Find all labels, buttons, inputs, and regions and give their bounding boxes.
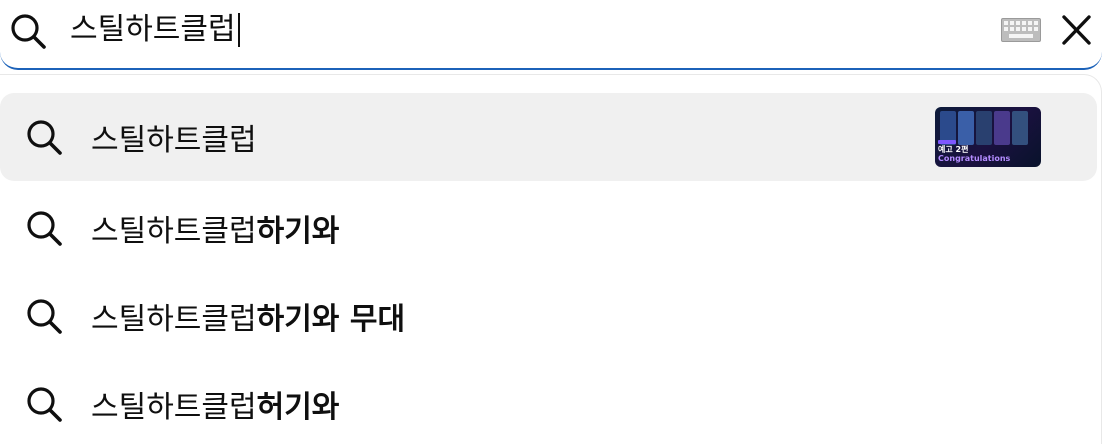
suggestion-item[interactable]: 스틸하트클럽 하기와 [0,184,1097,272]
suggestion-text: 스틸하트클럽 [91,93,257,181]
search-icon [27,120,62,155]
suggestion-prefix: 스틸하트클럽 [91,123,257,158]
suggestion-completion: 허기와 [256,390,340,425]
search-icon [27,299,62,334]
search-icon [27,211,62,246]
suggestion-prefix: 스틸하트클럽 [91,302,257,337]
search-bar: 스틸하트클럽 [0,0,1102,70]
suggestion-item[interactable]: 스틸하트클럽 허기와 [0,360,1097,448]
keyboard-icon[interactable] [1001,18,1041,42]
search-input[interactable]: 스틸하트클럽 [70,8,240,52]
text-caret [237,13,240,47]
suggestion-thumbnail[interactable]: 예고 2편 Congratulations [935,107,1041,167]
thumbnail-panel [976,111,992,145]
suggestion-text: 스틸하트클럽 하기와 무대 [91,272,405,360]
suggestion-completion: 하기와 [256,214,340,249]
search-query-text: 스틸하트클럽 [70,12,236,47]
suggestion-completion: 하기와 무대 [256,302,406,337]
suggestion-text: 스틸하트클럽 허기와 [91,360,339,448]
thumbnail-subcaption: Congratulations [938,154,1011,163]
close-icon[interactable] [1058,10,1094,50]
suggestion-prefix: 스틸하트클럽 [91,390,257,425]
suggestion-item[interactable]: 스틸하트클럽 하기와 무대 [0,272,1097,360]
suggestion-prefix: 스틸하트클럽 [91,214,257,249]
thumbnail-panel [958,111,974,145]
thumbnail-panel [994,111,1010,145]
thumbnail-panel [1012,111,1028,145]
search-icon[interactable] [8,11,48,51]
suggestion-item[interactable]: 스틸하트클럽 예고 2편 Congratulations [0,93,1097,181]
suggestion-text: 스틸하트클럽 하기와 [91,184,339,272]
search-icon [27,387,62,422]
